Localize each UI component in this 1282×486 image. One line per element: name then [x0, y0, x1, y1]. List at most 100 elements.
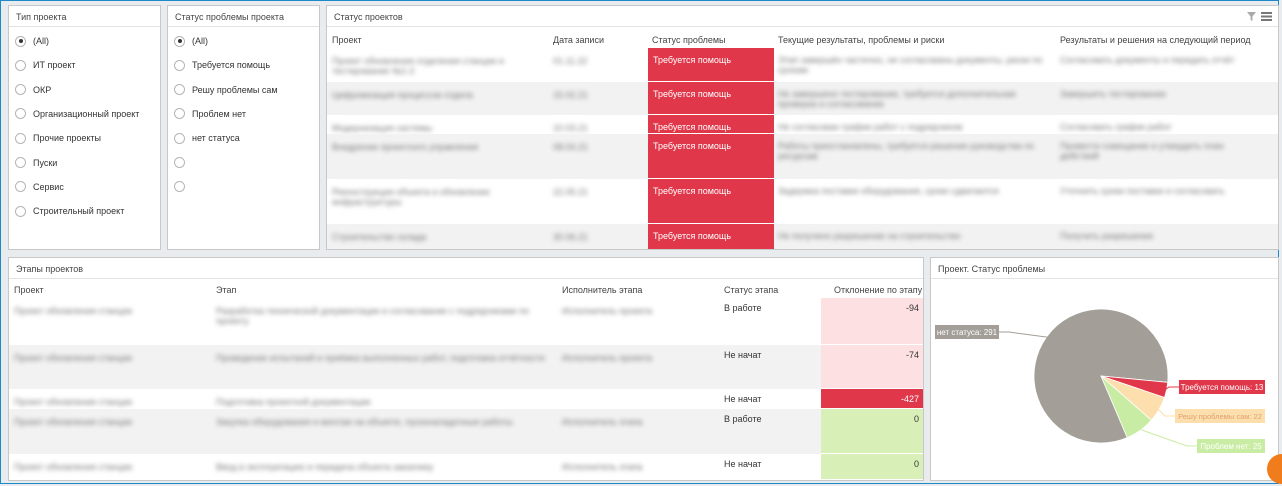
project-name: Реконструкция объекта и обновление инфра…: [332, 187, 490, 207]
radio-label: (All): [33, 36, 49, 46]
stage-executor: Исполнитель этапа: [562, 462, 643, 472]
project-type-option[interactable]: ИТ проект: [15, 57, 76, 73]
stage-status: Не начат: [724, 350, 762, 360]
problem-status-badge: Требуется помощь: [648, 82, 774, 115]
stage-name: Разработка технической документации и со…: [216, 306, 529, 326]
radio-button[interactable]: [174, 35, 185, 47]
stage-deviation: -427: [821, 389, 923, 409]
radio-button[interactable]: [15, 205, 26, 217]
column-header[interactable]: Отклонение по этапу: [834, 285, 922, 295]
radio-button[interactable]: [174, 157, 185, 168]
project-type-option[interactable]: (All): [15, 33, 49, 49]
pie-chart[interactable]: нет статуса: 291 Требуется помощь: 13 Решу…: [931, 278, 1278, 480]
column-header[interactable]: Проект: [14, 285, 44, 295]
pie-data-label: Проблем нет: 25: [1200, 442, 1262, 451]
table-row[interactable]: Внедрение проектного управления 08.04.21 Т…: [327, 134, 1278, 179]
project-type-option[interactable]: Пуски: [15, 155, 57, 171]
current-results: Работы приостановлены, требуется решение…: [778, 141, 1035, 161]
record-date: 01.11.22: [553, 56, 588, 66]
radio-button[interactable]: [15, 132, 26, 144]
current-results: Не согласован график работ с подрядчиком: [778, 122, 963, 132]
stage-status: Не начат: [724, 459, 762, 469]
table-row[interactable]: Цифровизация процессов отдела 15.02.21 Тре…: [327, 82, 1278, 115]
stage-project-name: Проект обновления станции: [14, 397, 133, 407]
problem-status-option[interactable]: [174, 179, 185, 195]
stage-executor: Исполнитель этапа: [562, 417, 643, 427]
project-stages-title: Этапы проектов: [9, 258, 923, 279]
table-row[interactable]: Проект обновления отделения станции и те…: [327, 48, 1278, 82]
column-header[interactable]: Статус проблемы: [652, 35, 726, 45]
radio-button[interactable]: [15, 181, 26, 193]
radio-button[interactable]: [15, 157, 26, 168]
stage-status: В работе: [724, 414, 762, 424]
table-row[interactable]: Проект обновления станции Проведение испы…: [9, 345, 923, 389]
stage-name: Подготовка проектной документации: [216, 397, 371, 407]
radio-label: Строительный проект: [33, 206, 125, 217]
radio-button[interactable]: [15, 84, 26, 96]
project-type-option[interactable]: Организационный проект: [15, 106, 139, 122]
radio-label: Организационный проект: [33, 108, 140, 119]
current-results: Задержка поставки оборудования, сроки сд…: [778, 186, 999, 196]
table-row[interactable]: Проект обновления станции Ввод в эксплуат…: [9, 454, 923, 480]
table-row[interactable]: Проект обновления станции Разработка техн…: [9, 298, 923, 345]
pie-leader-line: [1157, 408, 1175, 417]
radio-button[interactable]: [15, 108, 26, 120]
next-period-results: Согласовать график работ: [1060, 122, 1172, 132]
project-type-option[interactable]: Строительный проект: [15, 203, 124, 219]
project-type-option[interactable]: ОКР: [15, 82, 51, 98]
radio-button[interactable]: [174, 84, 185, 96]
next-period-results: Согласовать документы и передать отчёт: [1060, 55, 1235, 65]
column-header[interactable]: Проект: [332, 35, 362, 45]
radio-label: Пуски: [33, 157, 58, 168]
radio-label: Проблем нет: [192, 108, 246, 119]
project-name: Строительство склада: [332, 232, 427, 242]
column-header[interactable]: Текущие результаты, проблемы и риски: [778, 35, 944, 45]
stage-status: В работе: [724, 303, 762, 313]
record-date: 30.06.21: [553, 232, 589, 242]
pie-leader-line: [1139, 428, 1197, 447]
project-stages-panel: Этапы проектов Проект Этап Исполнитель эта…: [8, 257, 924, 481]
stage-executor: Исполнитель проекта: [562, 353, 653, 363]
radio-button[interactable]: [15, 59, 26, 71]
table-row[interactable]: Реконструкция объекта и обновление инфра…: [327, 179, 1278, 224]
stage-deviation: -74: [821, 345, 923, 389]
record-date: 10.03.21: [553, 123, 589, 133]
problem-chart-panel: Проект. Статус проблемы нет статуса: 291…: [930, 257, 1279, 481]
menu-icon[interactable]: [1261, 12, 1272, 23]
problem-status-badge: Требуется помощь: [648, 134, 774, 179]
radio-button[interactable]: [15, 35, 26, 47]
column-header[interactable]: Исполнитель этапа: [562, 285, 642, 295]
problem-status-option[interactable]: нет статуса: [174, 130, 240, 146]
project-type-option[interactable]: Сервис: [15, 179, 64, 195]
radio-button[interactable]: [174, 181, 185, 193]
problem-status-option[interactable]: Проблем нет: [174, 106, 246, 122]
column-header[interactable]: Этап: [216, 285, 236, 295]
column-header[interactable]: Результаты и решения на следующий период: [1060, 35, 1251, 45]
problem-status-badge: Требуется помощь: [648, 224, 774, 249]
pie-data-label: Требуется помощь: 13: [1181, 383, 1264, 392]
pie-data-label: Решу проблемы сам: 22: [1178, 412, 1262, 421]
project-name: Проект обновления отделения станции и те…: [332, 56, 504, 76]
project-type-option[interactable]: Прочие проекты: [15, 130, 101, 146]
radio-button[interactable]: [174, 59, 185, 71]
stage-name: Закупка оборудования и монтаж на объекте…: [216, 417, 513, 427]
filter-project-type-title: Тип проекта: [9, 6, 160, 27]
filter-problem-status-title: Статус проблемы проекта: [168, 6, 319, 27]
filter-icon[interactable]: [1247, 12, 1256, 23]
problem-status-option[interactable]: Решу проблемы сам: [174, 82, 278, 98]
table-row[interactable]: Модернизация системы 10.03.21 Требуется по…: [327, 115, 1278, 134]
table-row[interactable]: Проект обновления станции Подготовка прое…: [9, 389, 923, 409]
problem-status-option[interactable]: [174, 155, 185, 171]
table-row[interactable]: Проект обновления станции Закупка оборудо…: [9, 409, 923, 454]
radio-button[interactable]: [174, 108, 185, 120]
radio-button[interactable]: [174, 132, 185, 144]
next-period-results: Провести совещание и утвердить план дейс…: [1060, 141, 1224, 161]
table-row[interactable]: Строительство склада 30.06.21 Требуется по…: [327, 224, 1278, 249]
current-results: Не получено разрешение на строительство: [778, 231, 961, 241]
stage-status: Не начат: [724, 394, 762, 404]
column-header[interactable]: Дата записи: [553, 35, 604, 45]
column-header[interactable]: Статус этапа: [724, 285, 778, 295]
problem-status-option[interactable]: (All): [174, 33, 208, 49]
next-period-results: Получить разрешение: [1060, 231, 1154, 241]
problem-status-option[interactable]: Требуется помощь: [174, 57, 270, 73]
